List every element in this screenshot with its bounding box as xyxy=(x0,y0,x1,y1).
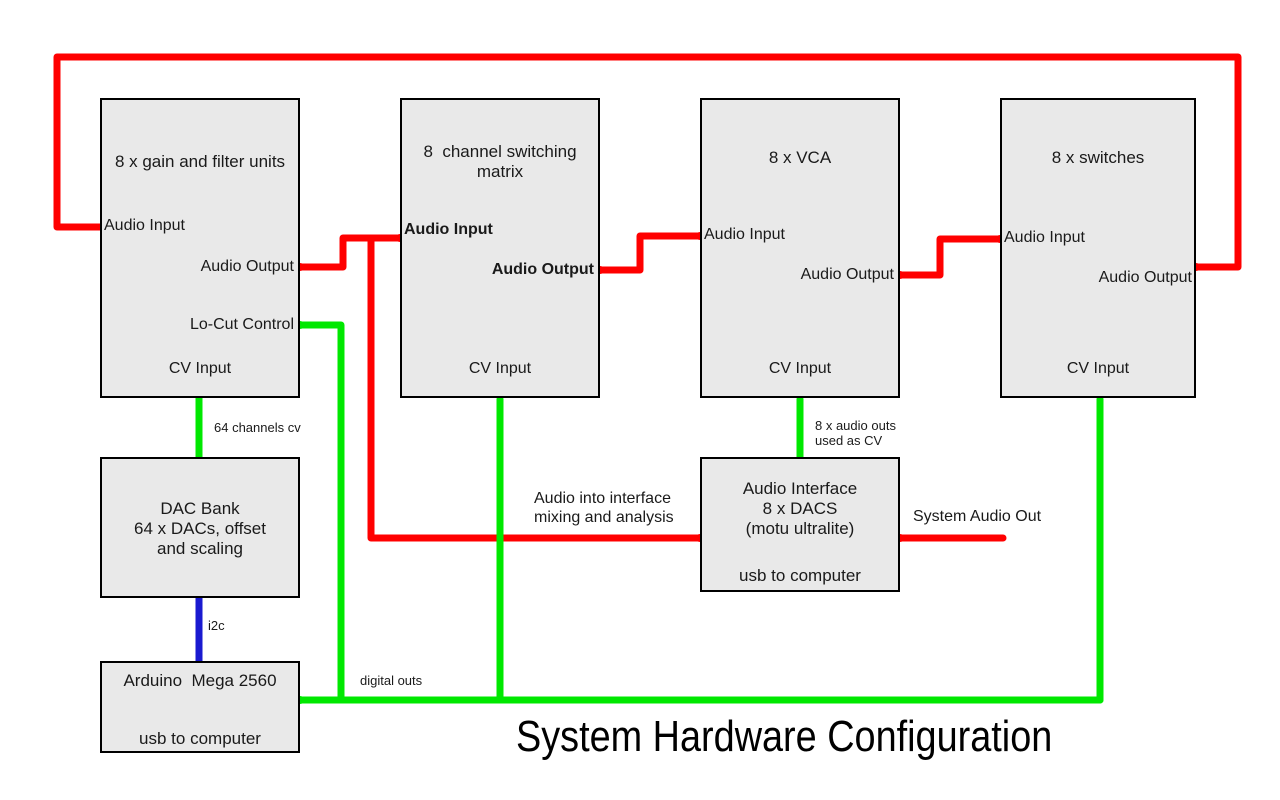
wire-gain-out-to-matrix-in xyxy=(296,234,404,271)
wire-label-audio-into-interface: Audio into interface mixing and analysis xyxy=(534,490,674,526)
port-switches-audio-output: Audio Output xyxy=(1098,269,1192,286)
wire-locut-to-digital-bus xyxy=(296,321,345,704)
block-arduino-title: Arduino Mega 2560 xyxy=(123,671,277,690)
block-switching-matrix-title: 8 channel switching matrix xyxy=(423,142,577,182)
port-gain-audio-output: Audio Output xyxy=(200,258,294,275)
block-dac-bank-title: DAC Bank 64 x DACs, offset and scaling xyxy=(134,499,266,559)
port-gain-audio-input: Audio Input xyxy=(104,217,185,234)
port-matrix-audio-input: Audio Input xyxy=(404,221,493,238)
block-vca[interactable] xyxy=(700,98,900,398)
port-matrix-audio-output: Audio Output xyxy=(491,261,594,278)
port-switches-audio-input: Audio Input xyxy=(1004,229,1085,246)
block-audio-interface-footer: usb to computer xyxy=(739,566,861,585)
wire-label-audio-outs-used-as-cv: 8 x audio outs used as CV xyxy=(815,418,896,449)
block-gain-filter-units-title: 8 x gain and filter units xyxy=(114,152,286,171)
block-switches[interactable] xyxy=(1000,98,1196,398)
wire-label-i2c: i2c xyxy=(208,618,225,633)
block-audio-interface-title: Audio Interface 8 x DACS (motu ultralite… xyxy=(742,479,858,539)
port-switches-cv-input: CV Input xyxy=(1066,360,1130,377)
diagram-title: System Hardware Configuration xyxy=(516,712,1053,761)
port-matrix-cv-input: CV Input xyxy=(468,360,532,377)
block-arduino-footer: usb to computer xyxy=(139,729,261,748)
port-vca-audio-input: Audio Input xyxy=(704,226,785,243)
block-switches-title: 8 x switches xyxy=(1051,148,1145,167)
wire-label-digital-outs: digital outs xyxy=(360,673,423,688)
port-vca-cv-input: CV Input xyxy=(768,360,832,377)
diagram-canvas: 8 x gain and filter units Audio Input Au… xyxy=(0,0,1280,800)
wire-vca-out-to-switches-in xyxy=(896,235,1004,279)
wire-label-system-audio-out: System Audio Out xyxy=(913,508,1042,525)
wire-label-64-channels-cv: 64 channels cv xyxy=(214,420,301,435)
port-gain-cv-input: CV Input xyxy=(168,360,232,377)
port-gain-locut-control: Lo-Cut Control xyxy=(189,316,294,333)
port-vca-audio-output: Audio Output xyxy=(800,266,894,283)
wire-matrix-out-to-vca-in xyxy=(596,232,704,274)
block-vca-title: 8 x VCA xyxy=(768,148,832,167)
block-gain-filter-units[interactable] xyxy=(100,98,300,398)
